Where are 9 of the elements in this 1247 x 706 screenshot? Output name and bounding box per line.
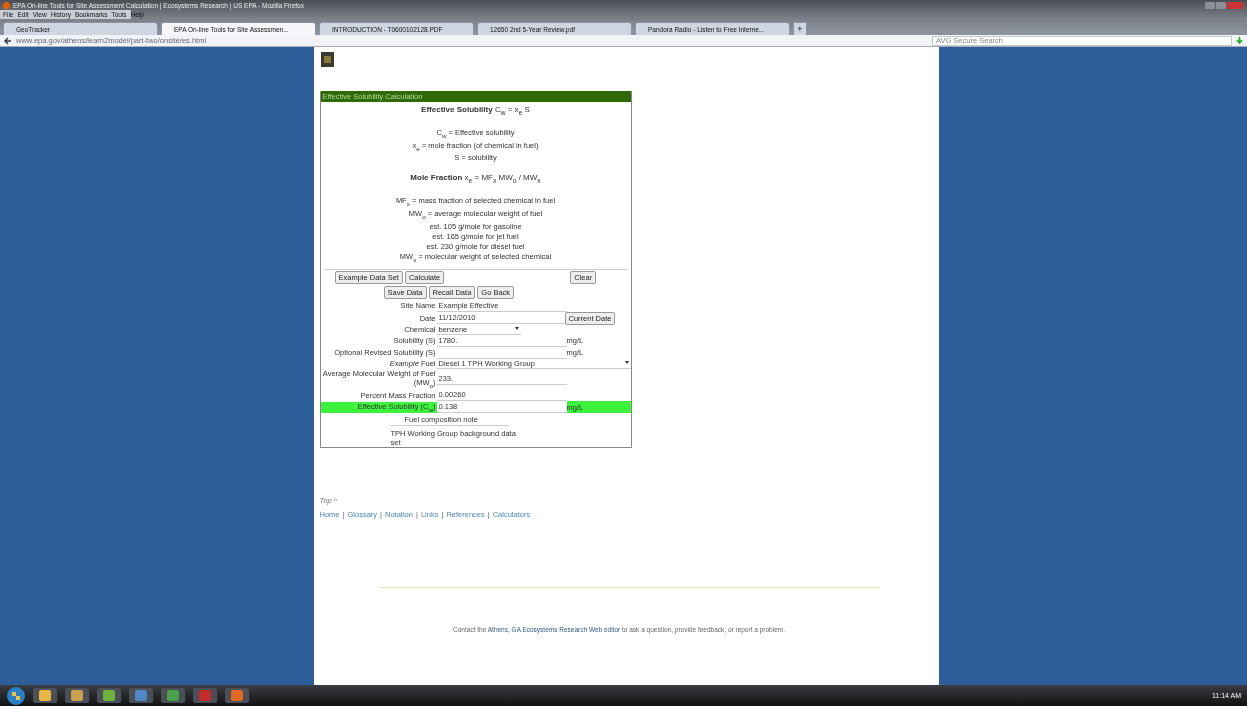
app-icon[interactable] (96, 687, 122, 704)
download-icon[interactable] (1236, 36, 1243, 45)
app-icon[interactable] (160, 687, 186, 704)
formula-heading: Mole Fraction x$_{e}$ = MF$_{x}$ MW$_{o}$ / MW$_{x}$ (410, 173, 541, 186)
browser-logo-icon (3, 1, 10, 9)
new-tab-button[interactable]: + (793, 22, 807, 35)
back-icon[interactable] (4, 36, 12, 45)
formula-heading: Effective Solubility C$_{w}$ = x$_{e}$ S (421, 105, 530, 118)
start-icon[interactable] (6, 685, 26, 706)
